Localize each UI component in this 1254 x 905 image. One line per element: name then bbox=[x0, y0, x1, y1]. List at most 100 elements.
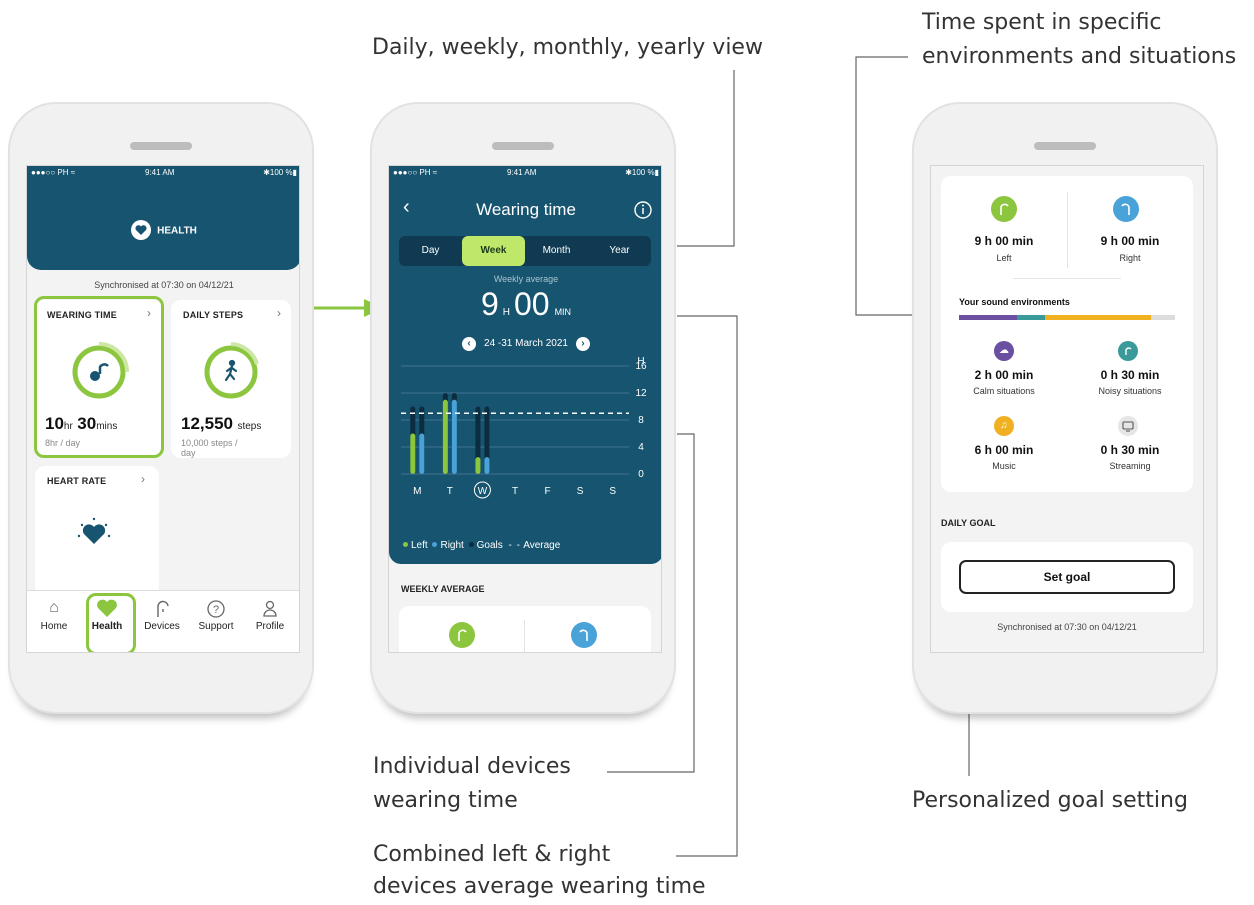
phone-screen: 9 h 00 min Left 9 h 00 min Right Your so… bbox=[930, 165, 1204, 653]
highlight-health-tab bbox=[86, 593, 136, 652]
status-bar: ●●●○○ PH ≈ 9:41 AM ✱100 %▮ bbox=[27, 166, 299, 180]
tab-week[interactable]: Week bbox=[462, 236, 525, 266]
battery-status: ✱100 %▮ bbox=[625, 168, 659, 177]
music-label: Music bbox=[992, 461, 1016, 471]
left-wearing-time: 9 h 00 min bbox=[974, 234, 1034, 248]
music-icon: ♫ bbox=[994, 416, 1014, 436]
x-tick-label: T bbox=[447, 486, 453, 497]
wearing-time-chart: H0481216M T W T F S S bbox=[401, 356, 647, 499]
x-tick-label: F bbox=[545, 486, 551, 497]
music-time: 6 h 00 min bbox=[974, 443, 1034, 457]
right-label: Right bbox=[1119, 253, 1141, 263]
weekly-average-card bbox=[399, 606, 651, 652]
left-bar bbox=[475, 457, 481, 474]
heart-pulse-icon bbox=[77, 517, 111, 544]
x-tick-label: S bbox=[577, 486, 584, 497]
steps-target-1: 10,000 steps / bbox=[181, 438, 238, 448]
status-time: 9:41 AM bbox=[507, 168, 537, 177]
annotation-environments-1: Time spent in specific bbox=[922, 10, 1162, 35]
steps-progress-ring bbox=[204, 342, 259, 399]
phone-speaker bbox=[492, 142, 554, 150]
daily-goal-card: Set goal bbox=[941, 542, 1193, 612]
right-wearing-time: 9 h 00 min bbox=[1100, 234, 1160, 248]
battery-status: ✱100 %▮ bbox=[263, 168, 297, 177]
environments-bar-segment bbox=[1151, 315, 1175, 320]
status-bar: ●●●○○ PH ≈ 9:41 AM ✱100 %▮ bbox=[389, 166, 661, 180]
right-device-icon bbox=[1113, 196, 1139, 222]
sync-status: Synchronised at 07:30 on 04/12/21 bbox=[997, 622, 1137, 632]
y-tick-label: 4 bbox=[638, 442, 644, 453]
left-bar bbox=[410, 433, 416, 474]
phone-speaker bbox=[1034, 142, 1096, 150]
average-label: Weekly average bbox=[493, 274, 559, 284]
date-range: 24 -31 March 2021 bbox=[484, 338, 568, 349]
legend-average-dash: - - bbox=[508, 540, 521, 551]
steps-target-2: day bbox=[181, 448, 196, 458]
previous-week-button[interactable]: ‹ bbox=[462, 337, 477, 351]
annotation-view-modes: Daily, weekly, monthly, yearly view bbox=[372, 35, 763, 60]
tab-month[interactable]: Month bbox=[525, 236, 588, 266]
page-title: Wearing time bbox=[476, 200, 576, 219]
daily-steps-card[interactable]: DAILY STEPS › 12,550 steps 10,000 steps … bbox=[171, 300, 291, 458]
phone-screen: ●●●○○ PH ≈ 9:41 AM ✱100 %▮ HEALTH Synchr… bbox=[26, 165, 300, 653]
heart-rate-card[interactable]: HEART RATE › bbox=[35, 466, 159, 596]
nav-profile[interactable]: Profile bbox=[245, 599, 295, 632]
section-title: WEEKLY AVERAGE bbox=[401, 584, 485, 594]
carrier-signal: ●●●○○ PH ≈ bbox=[31, 168, 76, 177]
x-tick-label: S bbox=[609, 486, 616, 497]
x-tick-label: M bbox=[413, 486, 421, 497]
calm-icon: ☁ bbox=[994, 341, 1014, 361]
streaming-time: 0 h 30 min bbox=[1100, 443, 1160, 457]
tab-year[interactable]: Year bbox=[588, 236, 651, 266]
health-header: ●●●○○ PH ≈ 9:41 AM ✱100 %▮ HEALTH bbox=[27, 166, 299, 270]
tv-icon bbox=[1118, 416, 1138, 436]
svg-text:?: ? bbox=[213, 604, 219, 616]
carrier-signal: ●●●○○ PH ≈ bbox=[393, 168, 438, 177]
noisy-time: 0 h 30 min bbox=[1100, 368, 1160, 382]
left-device-icon bbox=[991, 196, 1017, 222]
left-bar bbox=[442, 399, 448, 474]
nav-devices[interactable]: Devices bbox=[137, 599, 187, 632]
y-tick-label: 16 bbox=[635, 361, 647, 372]
person-icon bbox=[245, 599, 295, 621]
left-device-icon bbox=[449, 622, 475, 648]
chevron-right-icon: › bbox=[141, 472, 145, 486]
environments-title: Your sound environments bbox=[959, 297, 1070, 307]
wearing-time-panel: ●●●○○ PH ≈ 9:41 AM ✱100 %▮ ‹ Wearing tim… bbox=[389, 166, 661, 564]
home-icon: ⌂ bbox=[49, 599, 59, 616]
calm-time: 2 h 00 min bbox=[974, 368, 1034, 382]
annotation-individual-2: wearing time bbox=[373, 788, 518, 813]
annotation-combined-2: devices average wearing time bbox=[373, 874, 706, 899]
page-title: HEALTH bbox=[27, 220, 299, 241]
y-tick-label: 8 bbox=[638, 415, 644, 426]
environments-bar-segment bbox=[959, 315, 1018, 320]
status-time: 9:41 AM bbox=[145, 168, 175, 177]
environments-bar-segment bbox=[1017, 315, 1046, 320]
x-tick-label: W bbox=[478, 486, 488, 497]
y-tick-label: 12 bbox=[635, 388, 647, 399]
phone-sound-environments: 9 h 00 min Left 9 h 00 min Right Your so… bbox=[912, 102, 1218, 714]
annotation-environments-2: environments and situations bbox=[922, 44, 1237, 69]
walking-person-icon bbox=[224, 359, 238, 382]
period-selector: Day Week Month Year bbox=[399, 236, 651, 266]
phone-wearing-time: ●●●○○ PH ≈ 9:41 AM ✱100 %▮ ‹ Wearing tim… bbox=[370, 102, 676, 714]
right-device-icon bbox=[571, 622, 597, 648]
calm-label: Calm situations bbox=[973, 386, 1035, 396]
set-goal-button[interactable]: Set goal bbox=[959, 560, 1175, 594]
bottom-nav: ⌂ Home Health Devices ? Support Profile bbox=[27, 590, 299, 652]
next-week-button[interactable]: › bbox=[575, 337, 590, 351]
legend-left-dot bbox=[403, 542, 408, 547]
average-value: 9 H 00 MIN bbox=[480, 286, 572, 322]
legend-goals-dot bbox=[468, 542, 474, 547]
environments-bar-segment bbox=[1045, 315, 1152, 320]
annotation-individual-1: Individual devices bbox=[373, 754, 571, 779]
noisy-icon bbox=[1118, 341, 1138, 361]
tab-day[interactable]: Day bbox=[399, 236, 462, 266]
card-title: HEART RATE bbox=[47, 476, 107, 486]
info-icon[interactable] bbox=[633, 200, 653, 220]
y-tick-label: 0 bbox=[638, 469, 644, 480]
phone-screen: ●●●○○ PH ≈ 9:41 AM ✱100 %▮ ‹ Wearing tim… bbox=[388, 165, 662, 653]
phone-health-dashboard: ●●●○○ PH ≈ 9:41 AM ✱100 %▮ HEALTH Synchr… bbox=[8, 102, 314, 714]
nav-home[interactable]: ⌂ Home bbox=[29, 599, 79, 632]
nav-support[interactable]: ? Support bbox=[191, 599, 241, 632]
